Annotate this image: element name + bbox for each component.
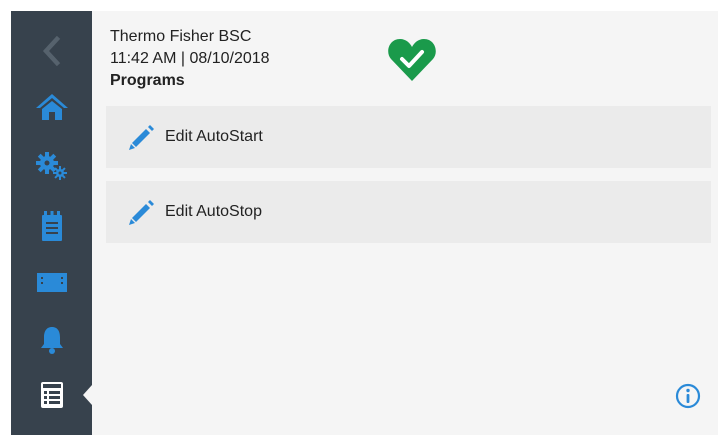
- clipboard-icon: [41, 211, 62, 241]
- heart-check-icon: [388, 39, 436, 81]
- page-title: Programs: [110, 72, 185, 89]
- sidebar-item-home[interactable]: [11, 83, 92, 131]
- programs-icon: [40, 382, 63, 408]
- active-indicator: [83, 385, 92, 405]
- display-icon: [36, 273, 67, 292]
- device-name: Thermo Fisher BSC: [110, 28, 252, 45]
- sidebar-item-display[interactable]: [11, 259, 92, 307]
- sidebar-item-alarms[interactable]: [11, 316, 92, 364]
- sidebar: [11, 11, 92, 435]
- back-button[interactable]: [11, 27, 92, 75]
- bell-icon: [40, 327, 63, 354]
- device-screen: Thermo Fisher BSC 11:42 AM | 08/10/2018 …: [11, 11, 718, 435]
- header: Thermo Fisher BSC 11:42 AM | 08/10/2018 …: [110, 26, 270, 92]
- home-icon: [35, 94, 68, 120]
- program-row-autostart[interactable]: Edit AutoStart: [106, 106, 711, 168]
- info-button[interactable]: [675, 383, 701, 409]
- datetime: 11:42 AM | 08/10/2018: [110, 50, 270, 67]
- gears-icon: [35, 152, 67, 180]
- pencil-icon: [124, 195, 158, 229]
- program-label: Edit AutoStop: [165, 203, 262, 220]
- sidebar-item-settings[interactable]: [11, 141, 92, 189]
- status-heart-icon: [387, 35, 437, 85]
- program-row-autostop[interactable]: Edit AutoStop: [106, 181, 711, 243]
- info-icon: [675, 383, 701, 409]
- pencil-icon: [124, 120, 158, 154]
- sidebar-item-programs[interactable]: [11, 371, 92, 419]
- program-label: Edit AutoStart: [165, 128, 263, 145]
- chevron-left-icon: [42, 36, 60, 66]
- sidebar-item-log[interactable]: [11, 203, 92, 251]
